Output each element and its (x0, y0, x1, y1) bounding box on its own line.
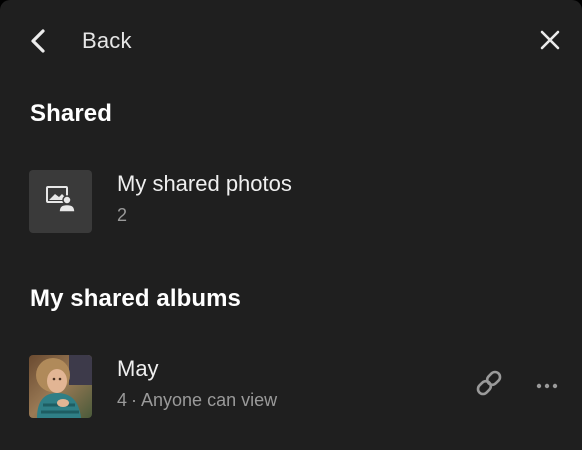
my-shared-photos-row[interactable]: My shared photos 2 (0, 163, 582, 243)
album-title: May (117, 356, 159, 381)
back-label: Back (82, 28, 132, 53)
album-row-may[interactable]: May 4 · Anyone can view (0, 348, 582, 428)
chevron-left-icon (22, 25, 54, 57)
section-heading-shared: Shared (30, 100, 112, 127)
close-button[interactable] (532, 24, 568, 60)
back-button[interactable]: Back (22, 20, 132, 62)
more-options-button[interactable] (530, 368, 564, 402)
album-meta: 4 · Anyone can view (117, 390, 277, 411)
shared-photos-title: My shared photos (117, 171, 292, 196)
close-icon (540, 30, 560, 55)
section-heading-albums: My shared albums (30, 285, 242, 312)
shared-photos-thumbnail (29, 170, 92, 233)
more-horizontal-icon (536, 376, 558, 394)
shared-panel: Back Shared My shared photos 2 My shared… (0, 0, 582, 450)
album-thumbnail (29, 355, 92, 418)
meta-separator: · (131, 390, 138, 410)
album-count: 4 (117, 390, 128, 410)
link-icon (474, 368, 504, 403)
shared-photos-count: 2 (117, 205, 128, 225)
album-visibility: Anyone can view (141, 390, 278, 410)
shared-photo-icon (45, 184, 77, 219)
share-link-button[interactable] (472, 368, 506, 402)
